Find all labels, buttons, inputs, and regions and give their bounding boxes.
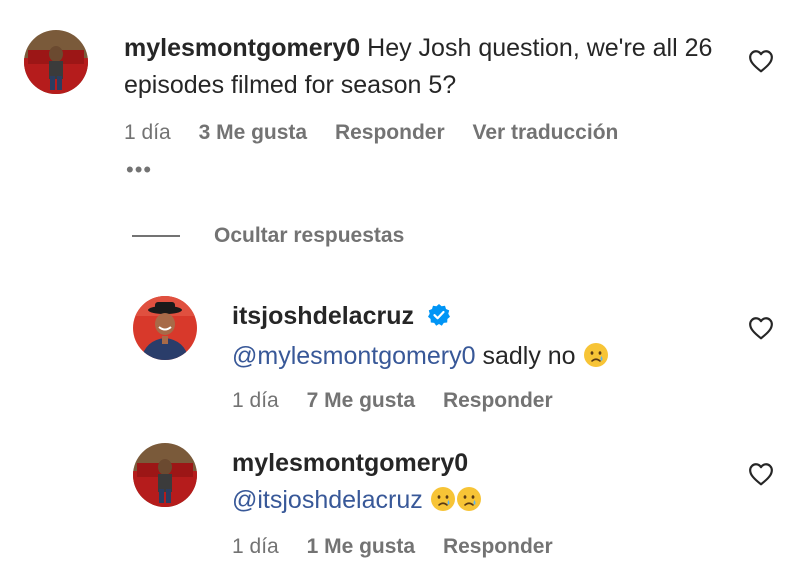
reply-2-meta: 1 día 1 Me gusta Responder (232, 535, 575, 559)
reply-1-body: itsjoshdelacruz @mylesmontgomery0 sadly … (232, 298, 732, 379)
reply-2-like-heart-icon[interactable] (748, 462, 774, 486)
avatar-itsjoshdelacruz[interactable] (133, 296, 197, 360)
reply-2-body: mylesmontgomery0 @itsjoshdelacruz (232, 445, 732, 523)
hide-replies-label: Ocultar respuestas (214, 224, 405, 247)
comment-time: 1 día (124, 121, 171, 144)
reply-1-like-heart-icon[interactable] (748, 316, 774, 340)
crying-face-icon (456, 486, 482, 523)
comment-translate-button[interactable]: Ver traducción (472, 121, 618, 145)
reply-2-mention[interactable]: @itsjoshdelacruz (232, 486, 423, 514)
crying-face-icon (430, 486, 456, 523)
reply-2-reply-button[interactable]: Responder (443, 535, 553, 559)
comment-body: mylesmontgomery0 Hey Josh question, we'r… (124, 30, 724, 104)
reply-2-username[interactable]: mylesmontgomery0 (232, 449, 468, 477)
reply-1-reply-button[interactable]: Responder (443, 389, 553, 413)
more-options-icon[interactable]: ••• (126, 159, 152, 181)
like-heart-icon[interactable] (748, 49, 774, 73)
divider-line (132, 235, 180, 237)
comment-meta: 1 día 3 Me gusta Responder Ver traducció… (124, 121, 640, 145)
reply-1-likes[interactable]: 7 Me gusta (307, 389, 416, 413)
reply-1-username[interactable]: itsjoshdelacruz (232, 302, 414, 330)
reply-2-likes[interactable]: 1 Me gusta (307, 535, 416, 559)
comments-thread: mylesmontgomery0 Hey Josh question, we'r… (0, 0, 790, 564)
hide-replies-button[interactable]: Ocultar respuestas (132, 224, 404, 248)
comment-likes[interactable]: 3 Me gusta (199, 121, 308, 145)
crying-face-icon (583, 342, 609, 379)
comment-username[interactable]: mylesmontgomery0 (124, 34, 360, 62)
avatar-mylesmontgomery0-reply[interactable] (133, 443, 197, 507)
reply-1-text: sadly no (475, 342, 576, 370)
reply-1-meta: 1 día 7 Me gusta Responder (232, 389, 575, 413)
avatar-mylesmontgomery0[interactable] (24, 30, 88, 94)
reply-2-time: 1 día (232, 535, 279, 558)
verified-badge-icon (427, 301, 451, 338)
reply-1-time: 1 día (232, 389, 279, 412)
comment-reply-button[interactable]: Responder (335, 121, 445, 145)
reply-1-mention[interactable]: @mylesmontgomery0 (232, 342, 476, 370)
